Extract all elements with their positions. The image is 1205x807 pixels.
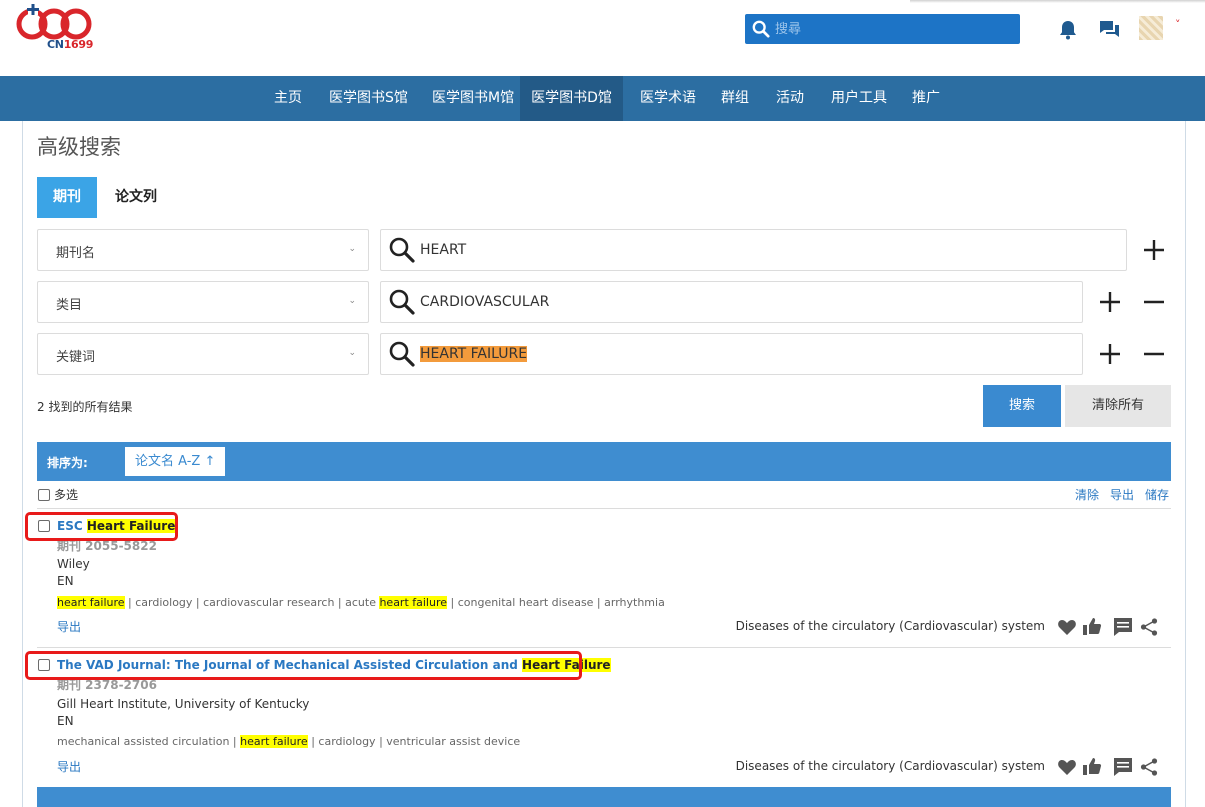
multi-select-label: 多选 xyxy=(54,488,79,502)
query-input-2[interactable]: CARDIOVASCULAR xyxy=(380,281,1083,323)
query-input-1[interactable]: HEART xyxy=(380,229,1127,271)
thumbs-up-icon[interactable] xyxy=(1082,756,1102,776)
nav-library-d[interactable]: 医学图书D馆 xyxy=(520,76,623,121)
tab-journals[interactable]: 期刊 xyxy=(37,177,97,218)
nav-terms[interactable]: 医学术语 xyxy=(631,76,705,121)
comment-icon[interactable] xyxy=(1113,617,1133,637)
clear-link[interactable]: 清除 xyxy=(1075,486,1099,503)
top-bar: CN1699 ˅ xyxy=(0,0,1205,76)
clear-all-button[interactable]: 清除所有 xyxy=(1065,385,1171,427)
field-select-3[interactable]: 关键词 ⌄ xyxy=(37,333,369,375)
chevron-down-icon[interactable]: ˅ xyxy=(1175,18,1181,31)
result-publisher: Wiley xyxy=(57,557,90,571)
search-input[interactable] xyxy=(775,17,1013,41)
field-select-1[interactable]: 期刊名 ⌄ xyxy=(37,229,369,271)
nav-user-tools[interactable]: 用户工具 xyxy=(822,76,896,121)
nav-promote[interactable]: 推广 xyxy=(903,76,949,121)
nav-home[interactable]: 主页 xyxy=(265,76,311,121)
avatar[interactable] xyxy=(1139,16,1163,40)
query-input-3[interactable]: HEART FAILURE xyxy=(380,333,1083,375)
chevron-down-icon: ⌄ xyxy=(348,296,356,306)
nav-library-m[interactable]: 医学图书M馆 xyxy=(423,76,523,121)
field-select-2[interactable]: 类目 ⌄ xyxy=(37,281,369,323)
result-keywords: mechanical assisted circulation | heart … xyxy=(57,735,521,748)
share-icon[interactable] xyxy=(1139,617,1159,637)
add-row-button[interactable] xyxy=(1098,342,1122,366)
divider xyxy=(37,647,1171,648)
search-icon xyxy=(389,341,415,367)
nav-groups[interactable]: 群组 xyxy=(712,76,758,121)
chevron-down-icon: ⌄ xyxy=(348,244,356,254)
add-row-button[interactable] xyxy=(1142,238,1166,262)
search-button[interactable]: 搜索 xyxy=(983,385,1061,427)
add-row-button[interactable] xyxy=(1098,290,1122,314)
remove-row-button[interactable] xyxy=(1142,290,1166,314)
results-count: 2 找到的所有结果 xyxy=(37,400,133,414)
result-export-link[interactable]: 导出 xyxy=(57,758,81,775)
thumbs-up-icon[interactable] xyxy=(1082,616,1102,636)
site-search[interactable] xyxy=(745,14,1020,44)
sort-select[interactable]: 论文名 A-Z ↑ xyxy=(125,447,226,476)
result-export-link[interactable]: 导出 xyxy=(57,618,81,635)
result-publisher: Gill Heart Institute, University of Kent… xyxy=(57,697,310,711)
page-title: 高级搜索 xyxy=(37,135,121,159)
main-nav: 主页 医学图书S馆 医学图书M馆 医学图书D馆 医学术语 群组 活动 用户工具 … xyxy=(0,76,1205,121)
remove-row-button[interactable] xyxy=(1142,342,1166,366)
result-keywords: heart failure | cardiology | cardiovascu… xyxy=(57,596,665,609)
chevron-down-icon: ⌄ xyxy=(348,348,356,358)
tab-articles[interactable]: 论文列 xyxy=(99,177,173,218)
bell-icon[interactable] xyxy=(1059,20,1077,40)
heart-icon[interactable] xyxy=(1057,757,1077,777)
arrow-up-icon: ↑ xyxy=(204,454,216,469)
share-icon[interactable] xyxy=(1139,757,1159,777)
export-link[interactable]: 导出 xyxy=(1110,486,1134,503)
select-all-checkbox[interactable] xyxy=(38,489,50,501)
annotation-highlight-box xyxy=(25,512,178,541)
search-icon[interactable] xyxy=(752,20,770,38)
result-category: Diseases of the circulatory (Cardiovascu… xyxy=(735,759,1045,773)
divider xyxy=(37,508,1171,509)
top-shadow xyxy=(910,0,1205,3)
comment-icon[interactable] xyxy=(1113,757,1133,777)
heart-icon[interactable] xyxy=(1057,617,1077,637)
nav-library-s[interactable]: 医学图书S馆 xyxy=(320,76,417,121)
sort-bar: 排序为: 论文名 A-Z ↑ xyxy=(37,442,1171,481)
bottom-bar xyxy=(37,787,1171,807)
chat-icon[interactable] xyxy=(1099,20,1120,40)
save-link[interactable]: 储存 xyxy=(1145,486,1169,503)
search-icon xyxy=(389,289,415,315)
annotation-highlight-box xyxy=(25,651,582,680)
result-language: EN xyxy=(57,714,74,728)
search-icon xyxy=(389,237,415,263)
sort-label: 排序为: xyxy=(47,456,88,470)
result-language: EN xyxy=(57,574,74,588)
nav-events[interactable]: 活动 xyxy=(767,76,813,121)
result-category: Diseases of the circulatory (Cardiovascu… xyxy=(735,619,1045,633)
logo-text: CN1699 xyxy=(47,38,94,51)
